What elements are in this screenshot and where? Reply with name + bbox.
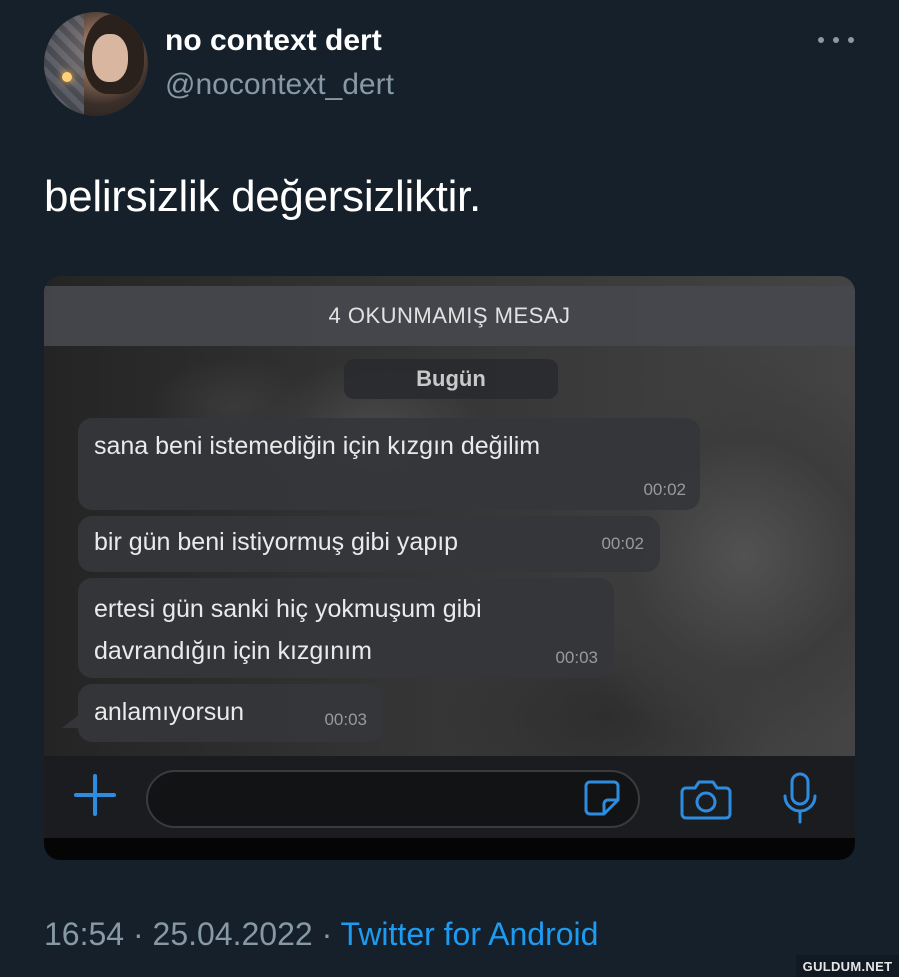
microphone-icon xyxy=(783,772,817,824)
chat-bubble: sana beni istemediğin için kızgın değili… xyxy=(78,418,700,510)
tweet-metadata: 16:54 · 25.04.2022 · Twitter for Android xyxy=(44,916,598,953)
avatar-lighter-flame xyxy=(62,72,72,82)
tweet-media-image[interactable]: 4 OKUNMAMIŞ MESAJ Bugün sana beni isteme… xyxy=(44,276,855,860)
camera-icon xyxy=(680,780,732,820)
chat-input-bar xyxy=(44,756,855,838)
meta-separator: · xyxy=(132,916,144,952)
unread-messages-banner: 4 OKUNMAMIŞ MESAJ xyxy=(44,286,855,346)
message-text: anlamıyorsun xyxy=(94,698,245,726)
message-text: ertesi gün sanki hiç yokmuşum gibi davra… xyxy=(94,588,482,672)
sticker-icon xyxy=(584,780,620,816)
message-time: 00:03 xyxy=(324,710,367,729)
display-name[interactable]: no context dert xyxy=(165,24,382,58)
screen-bottom-edge xyxy=(44,838,855,860)
chat-bubble: ertesi gün sanki hiç yokmuşum gibi davra… xyxy=(78,578,614,678)
message-line: davrandığın için kızgınım xyxy=(94,637,372,665)
message-line: ertesi gün sanki hiç yokmuşum gibi xyxy=(94,595,482,623)
avatar-background xyxy=(44,12,84,116)
chat-bubble: bir gün beni istiyormuş gibi yapıp 00:02 xyxy=(78,516,660,572)
plus-icon xyxy=(74,774,116,816)
more-horizontal-icon[interactable] xyxy=(818,30,854,50)
tweet-text: belirsizlik değersizliktir. xyxy=(44,172,481,221)
avatar-face xyxy=(92,34,128,82)
tweet-source-link[interactable]: Twitter for Android xyxy=(341,916,599,952)
message-text: sana beni istemediğin için kızgın değili… xyxy=(94,432,541,460)
message-time: 00:02 xyxy=(601,534,644,553)
tweet-time[interactable]: 16:54 xyxy=(44,916,124,952)
message-input xyxy=(146,770,640,828)
tweet: no context dert @nocontext_dert belirsiz… xyxy=(0,0,899,977)
message-text: bir gün beni istiyormuş gibi yapıp xyxy=(94,528,459,556)
tweet-date[interactable]: 25.04.2022 xyxy=(153,916,313,952)
meta-separator: · xyxy=(321,916,333,952)
day-separator: Bugün xyxy=(344,359,558,399)
message-time: 00:03 xyxy=(555,648,598,667)
avatar[interactable] xyxy=(44,12,148,116)
message-time: 00:02 xyxy=(643,480,686,499)
watermark: GULDUM.NET xyxy=(796,955,899,977)
user-handle[interactable]: @nocontext_dert xyxy=(165,68,394,102)
chat-bubble: anlamıyorsun 00:03 xyxy=(78,684,383,742)
